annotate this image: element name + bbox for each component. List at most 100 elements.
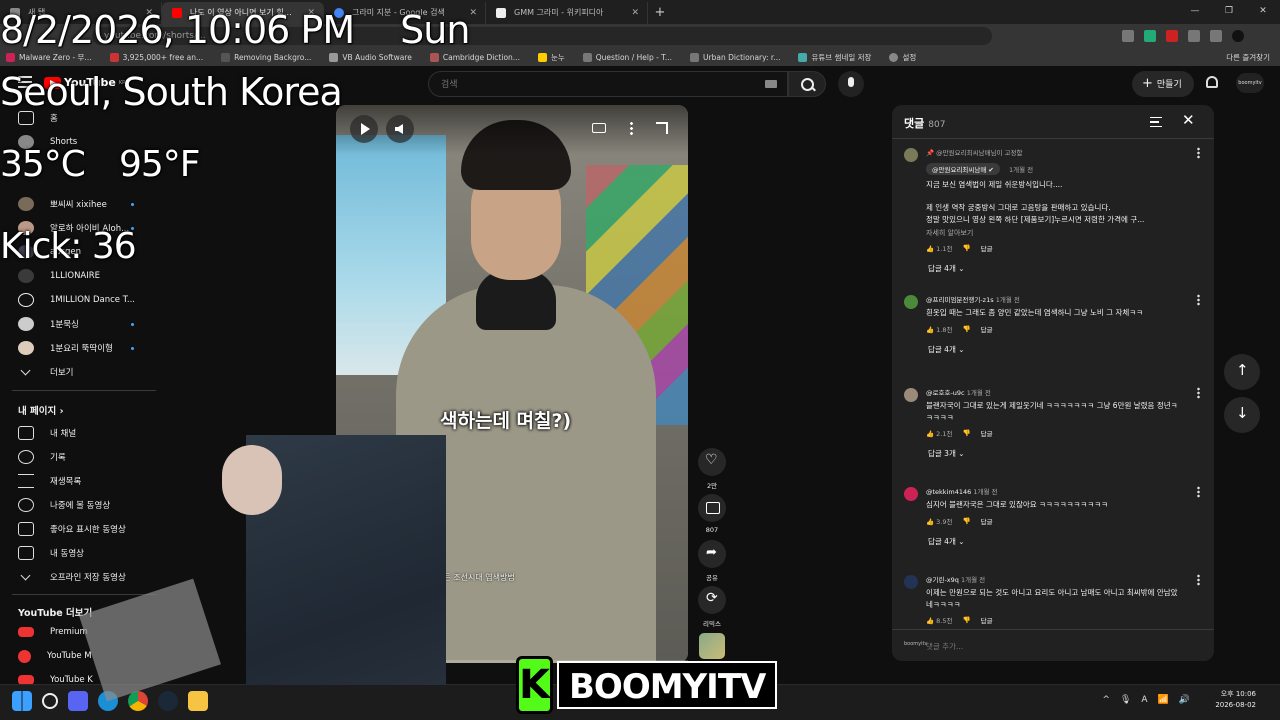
sidebar-item-playlists[interactable]: 재생목록 — [18, 471, 158, 491]
reply-button[interactable]: 답글 — [981, 428, 993, 438]
reply-button[interactable]: 답글 — [981, 243, 993, 253]
other-bookmarks[interactable]: 다른 즐겨찾기 — [1226, 52, 1270, 63]
comment-more-icon[interactable] — [1197, 574, 1200, 586]
comment-more-icon[interactable] — [1197, 486, 1200, 498]
comment-more-icon[interactable] — [1197, 294, 1200, 306]
sidebar-item-watch-later[interactable]: 나중에 볼 동영상 — [18, 495, 158, 515]
sort-icon[interactable] — [1150, 117, 1162, 127]
create-button[interactable]: + 만들기 — [1132, 71, 1194, 97]
sidebar-item-my-videos[interactable]: 내 동영상 — [18, 543, 158, 563]
subscription-item[interactable]: 1MILLION Dance T... — [18, 290, 158, 310]
extension-icon[interactable] — [1210, 30, 1222, 42]
like-button[interactable]: 2만 — [697, 448, 727, 490]
minimize-icon[interactable]: — — [1178, 0, 1212, 22]
like-icon[interactable]: 👍 3.9천 — [926, 516, 953, 526]
comment-input[interactable] — [926, 639, 1186, 653]
view-replies-button[interactable]: 답글 3개 ⌄ — [928, 448, 1184, 459]
taskbar-clock[interactable]: 오후 10:06 2026-08-02 — [1215, 689, 1256, 711]
view-replies-button[interactable]: 답글 4개 ⌄ — [928, 344, 1184, 355]
commenter-avatar[interactable] — [904, 487, 918, 501]
notifications-bell-icon[interactable] — [1206, 76, 1218, 88]
language-icon[interactable]: A — [1141, 695, 1147, 705]
commenter-avatar[interactable] — [904, 575, 918, 589]
show-more-button[interactable]: 더보기 — [18, 362, 158, 382]
view-replies-button[interactable]: 답글 4개 ⌄ — [928, 263, 1184, 274]
browser-tab[interactable]: GMM 그라미 - 위키피디아 ✕ — [486, 2, 648, 24]
bookmark[interactable]: 설정 — [889, 52, 916, 63]
previous-short-button[interactable] — [1224, 354, 1260, 390]
close-icon[interactable]: ✕ — [1182, 111, 1195, 129]
new-tab-button[interactable]: + — [648, 2, 672, 24]
chrome-icon[interactable] — [128, 691, 148, 711]
play-icon[interactable] — [350, 115, 378, 143]
read-more-link[interactable]: 자세히 알아보기 — [926, 228, 1184, 238]
tray-overflow-icon[interactable]: ^ — [1102, 695, 1110, 705]
keyboard-icon[interactable] — [765, 80, 777, 88]
like-icon[interactable]: 👍 2.1천 — [926, 428, 953, 438]
captions-icon[interactable] — [592, 123, 606, 133]
expand-icon[interactable] — [656, 122, 668, 134]
comment-author[interactable]: @프리미엄분전쟁기-z1s — [926, 296, 994, 304]
comment-author[interactable]: @기린-x9q — [926, 576, 959, 584]
bookmark[interactable]: 눈누 — [537, 52, 565, 63]
wifi-icon[interactable]: 📶 — [1158, 695, 1169, 705]
comments-button[interactable]: 807 — [697, 494, 727, 534]
extension-icon[interactable] — [1166, 30, 1178, 42]
my-page-heading[interactable]: 내 페이지 › — [18, 403, 64, 417]
next-short-button[interactable] — [1224, 397, 1260, 433]
steam-icon[interactable] — [158, 691, 178, 711]
sidebar-item-liked-videos[interactable]: 좋아요 표시한 동영상 — [18, 519, 158, 539]
commenter-avatar[interactable] — [904, 388, 918, 402]
comment-author[interactable]: @만원요리최씨남매님이 고정함 — [936, 149, 1022, 157]
volume-icon[interactable] — [386, 115, 414, 143]
file-explorer-icon[interactable] — [188, 691, 208, 711]
creator-badge[interactable]: @만원요리최씨남매 ✔ — [926, 163, 1000, 175]
bookmark[interactable]: Urban Dictionary: r... — [690, 52, 780, 62]
search-button[interactable] — [788, 71, 826, 97]
reply-button[interactable]: 답글 — [981, 615, 993, 625]
sidebar-item-history[interactable]: 기록 — [18, 447, 158, 467]
comment-author[interactable]: @tekkim4146 — [926, 488, 971, 496]
windows-start-icon[interactable] — [12, 691, 32, 711]
dislike-icon[interactable]: 👎 — [963, 429, 971, 437]
like-icon[interactable]: 👍 8.5천 — [926, 615, 953, 625]
comment-more-icon[interactable] — [1197, 387, 1200, 399]
subscription-item[interactable]: 1분요리 뚝딱이형 — [18, 338, 158, 358]
dislike-icon[interactable]: 👎 — [963, 244, 971, 252]
tab-close-icon[interactable]: ✕ — [469, 2, 477, 24]
dislike-icon[interactable]: 👎 — [963, 325, 971, 333]
comment-more-icon[interactable] — [1197, 147, 1200, 159]
bookmark[interactable]: Cambridge Diction... — [429, 52, 520, 62]
microphone-icon[interactable]: 🎙 — [1120, 695, 1131, 705]
bookmark[interactable]: Malware Zero - 무... — [6, 52, 92, 63]
subscription-item[interactable]: 뽀씨씨 xixihee — [18, 194, 158, 214]
sidebar-item-downloads[interactable]: 오프라인 저장 동영상 — [18, 567, 158, 587]
commenter-avatar[interactable] — [904, 295, 918, 309]
extension-icon[interactable] — [1122, 30, 1134, 42]
subscription-item[interactable]: 1LLIONAIRE — [18, 266, 158, 286]
bookmark[interactable]: 유튜브 썸네일 저장 — [798, 52, 871, 63]
like-icon[interactable]: 👍 1.1천 — [926, 243, 953, 253]
account-avatar[interactable]: boomyitv — [1236, 73, 1264, 93]
sidebar-item-my-channel[interactable]: 내 채널 — [18, 423, 158, 443]
extension-icon[interactable] — [1188, 30, 1200, 42]
dislike-icon[interactable]: 👎 — [963, 616, 971, 624]
tab-close-icon[interactable]: ✕ — [631, 2, 639, 24]
close-window-icon[interactable]: ✕ — [1246, 0, 1280, 22]
reply-button[interactable]: 답글 — [981, 324, 993, 334]
comment-author[interactable]: @로호호-u9c — [926, 389, 965, 397]
bookmark[interactable]: Removing Backgro... — [221, 52, 311, 62]
bookmark[interactable]: Question / Help - T... — [582, 52, 672, 62]
voice-search-mic-icon[interactable] — [838, 71, 864, 97]
bookmark[interactable]: VB Audio Software — [329, 52, 412, 62]
commenter-avatar[interactable] — [904, 148, 918, 162]
search-icon[interactable] — [42, 693, 58, 709]
more-options-icon[interactable] — [630, 121, 633, 135]
share-button[interactable]: 공유 — [697, 540, 727, 582]
remix-button[interactable]: 리믹스 — [697, 586, 727, 628]
bookmark[interactable]: 3,925,000+ free an... — [109, 52, 203, 62]
subscription-item[interactable]: 1분묵싱 — [18, 314, 158, 334]
volume-icon[interactable]: 🔊 — [1179, 695, 1190, 705]
reply-button[interactable]: 답글 — [981, 516, 993, 526]
discord-icon[interactable] — [68, 691, 88, 711]
